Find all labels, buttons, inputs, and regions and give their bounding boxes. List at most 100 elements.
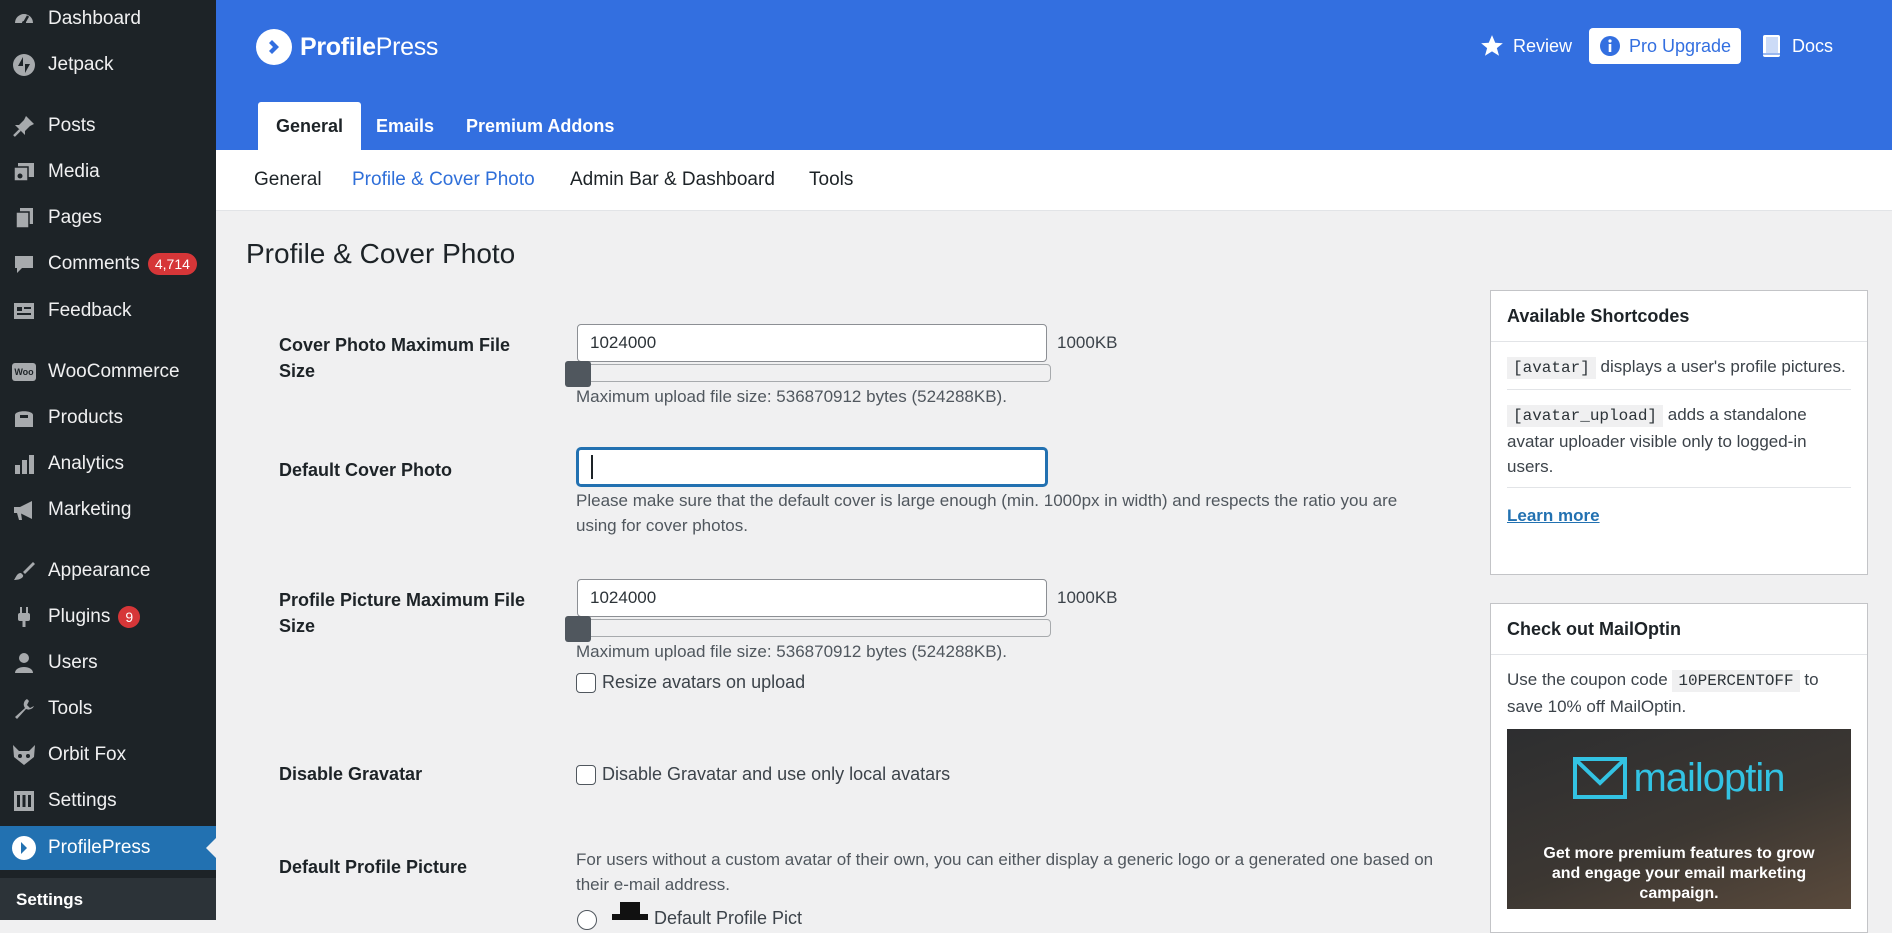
- sidebar-item-label: Media: [48, 161, 100, 182]
- sidebar-item-jetpack[interactable]: Jetpack: [0, 43, 216, 87]
- star-icon: [1479, 33, 1505, 59]
- sidebar-item-label: Marketing: [48, 499, 132, 520]
- sidebar-item-label: Posts: [48, 115, 96, 136]
- info-icon: [1599, 35, 1621, 57]
- sidebar-item-label: Settings: [48, 790, 117, 811]
- tab-premium-addons[interactable]: Premium Addons: [466, 102, 614, 150]
- woocommerce-icon: Woo: [11, 359, 37, 385]
- admin-sidebar: Dashboard Jetpack Posts Media Pages Comm…: [0, 0, 216, 920]
- cover-max-size-input[interactable]: 1024000: [577, 324, 1047, 362]
- shortcode-avatar-upload-item: [avatar_upload] adds a standalone avatar…: [1507, 390, 1851, 488]
- resize-avatars-checkbox[interactable]: [576, 672, 596, 693]
- bar-chart-icon: [11, 451, 37, 477]
- learn-more-link[interactable]: Learn more: [1507, 506, 1851, 526]
- user-icon: [11, 650, 37, 676]
- sidebar-item-label: Appearance: [48, 560, 151, 581]
- mailoptin-envelope-icon: [1573, 757, 1628, 799]
- mailoptin-banner[interactable]: mailoptin Get more premium features to g…: [1507, 729, 1851, 909]
- shortcode-avatar-item: [avatar] displays a user's profile pictu…: [1507, 342, 1851, 390]
- shortcode-avatar-code: [avatar]: [1507, 357, 1596, 379]
- plugin-header: ProfilePress Review Pro Upgrade Docs Gen…: [216, 0, 1892, 150]
- sidebar-item-analytics[interactable]: Analytics: [0, 442, 216, 486]
- tab-emails[interactable]: Emails: [376, 102, 434, 150]
- sidebar-item-label: Plugins: [48, 606, 111, 627]
- disable-gravatar-checkbox[interactable]: [576, 764, 596, 785]
- resize-avatars-option[interactable]: Resize avatars on upload: [576, 672, 805, 693]
- subtab-tools[interactable]: Tools: [809, 169, 853, 191]
- tab-general[interactable]: General: [258, 102, 362, 150]
- subtab-admin-bar-dashboard[interactable]: Admin Bar & Dashboard: [570, 169, 775, 191]
- brand-name-light: Press: [375, 32, 439, 61]
- default-cover-label: Default Cover Photo: [279, 460, 453, 480]
- docs-link[interactable]: Docs: [1760, 28, 1833, 64]
- sidebar-item-products[interactable]: Products: [0, 396, 216, 440]
- subtab-profile-cover-photo[interactable]: Profile & Cover Photo: [352, 169, 535, 191]
- sidebar-item-comments[interactable]: Comments 4,714: [0, 242, 216, 286]
- media-icon: [11, 159, 37, 185]
- cover-max-size-unit: 1000KB: [1057, 333, 1118, 352]
- sidebar-item-woocommerce[interactable]: Woo WooCommerce: [0, 350, 216, 394]
- sidebar-item-marketing[interactable]: Marketing: [0, 488, 216, 532]
- cover-max-size-slider[interactable]: [577, 364, 1051, 382]
- sidebar-item-feedback[interactable]: Feedback: [0, 289, 216, 333]
- sidebar-item-label: Comments: [48, 253, 140, 274]
- sidebar-item-tools[interactable]: Tools: [0, 687, 216, 731]
- sidebar-item-label: Analytics: [48, 453, 125, 474]
- profile-max-size-slider[interactable]: [577, 619, 1051, 637]
- coupon-code: 10PERCENTOFF: [1672, 670, 1800, 692]
- plugin-icon: [11, 604, 37, 630]
- fox-icon: [11, 742, 37, 768]
- sidebar-item-label: Jetpack: [48, 54, 114, 75]
- review-link[interactable]: Review: [1479, 28, 1572, 64]
- sidebar-item-label: Users: [48, 652, 98, 673]
- profilepress-icon: [11, 835, 37, 861]
- sidebar-item-label: Products: [48, 407, 123, 428]
- profile-max-size-input[interactable]: 1024000: [577, 579, 1047, 617]
- shortcode-avatar-upload-code: [avatar_upload]: [1507, 405, 1664, 427]
- sidebar-item-label: ProfilePress: [48, 837, 151, 858]
- mailoptin-banner-text: Get more premium features to grow and en…: [1543, 845, 1815, 902]
- sidebar-item-posts[interactable]: Posts: [0, 104, 216, 148]
- disable-gravatar-option[interactable]: Disable Gravatar and use only local avat…: [576, 764, 950, 785]
- profilepress-logo: ProfilePress: [256, 29, 438, 65]
- default-profile-option-label: Default Profile Pict: [654, 908, 803, 928]
- subtab-general[interactable]: General: [254, 169, 322, 191]
- sidebar-item-label: Feedback: [48, 300, 132, 321]
- mystery-person-icon: [610, 902, 650, 925]
- default-cover-note: Please make sure that the default cover …: [576, 491, 1398, 535]
- sidebar-item-label: Tools: [48, 698, 93, 719]
- shortcodes-panel: Available Shortcodes [avatar] displays a…: [1490, 290, 1868, 575]
- default-profile-radio[interactable]: [577, 910, 597, 930]
- page-title: Profile & Cover Photo: [246, 238, 516, 269]
- mailoptin-logo: mailoptin: [1507, 755, 1851, 801]
- sidebar-item-media[interactable]: Media: [0, 150, 216, 194]
- book-icon: [1760, 33, 1784, 59]
- feedback-icon: [11, 298, 37, 324]
- pro-upgrade-button[interactable]: Pro Upgrade: [1589, 28, 1742, 64]
- comments-count-badge: 4,714: [147, 253, 197, 275]
- sidebar-item-appearance[interactable]: Appearance: [0, 549, 216, 593]
- profile-max-size-unit: 1000KB: [1057, 588, 1118, 607]
- profile-max-size-note: Maximum upload file size: 536870912 byte…: [576, 642, 1007, 661]
- mailoptin-panel: Check out MailOptin Use the coupon code …: [1490, 603, 1868, 933]
- sidebar-item-label: Orbit Fox: [48, 744, 127, 765]
- plugins-update-badge: 9: [118, 606, 141, 628]
- sidebar-item-dashboard[interactable]: Dashboard: [0, 0, 216, 41]
- settings-icon: [11, 788, 37, 814]
- default-profile-picture-label: Default Profile Picture: [279, 857, 468, 877]
- sidebar-item-pages[interactable]: Pages: [0, 196, 216, 240]
- mailoptin-panel-title: Check out MailOptin: [1491, 604, 1867, 655]
- profile-max-size-label: Profile Picture Maximum File Size: [279, 590, 526, 636]
- sidebar-submenu-settings[interactable]: Settings: [0, 878, 216, 920]
- sidebar-item-settings[interactable]: Settings: [0, 779, 216, 823]
- archive-icon: [11, 405, 37, 431]
- sidebar-item-plugins[interactable]: Plugins 9: [0, 595, 216, 639]
- dashboard-icon: [11, 6, 37, 32]
- cover-max-size-note: Maximum upload file size: 536870912 byte…: [576, 387, 1007, 406]
- sidebar-item-profilepress[interactable]: ProfilePress: [0, 826, 216, 870]
- sidebar-item-orbit-fox[interactable]: Orbit Fox: [0, 733, 216, 777]
- shortcodes-panel-title: Available Shortcodes: [1491, 291, 1867, 342]
- default-cover-input[interactable]: [577, 448, 1047, 486]
- brand-name-bold: Profile: [300, 32, 376, 61]
- sidebar-item-users[interactable]: Users: [0, 641, 216, 685]
